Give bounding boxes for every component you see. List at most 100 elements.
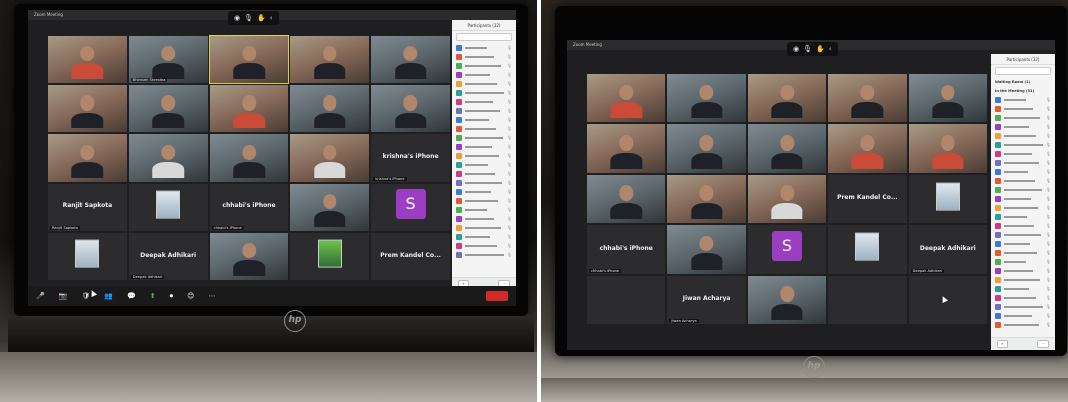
participant-row[interactable]: 🎙 [991, 239, 1055, 248]
participant-row[interactable]: 🎙 [452, 187, 516, 196]
participant-row[interactable]: 🎙 [991, 257, 1055, 266]
chat-button[interactable]: 💬 [127, 292, 136, 300]
video-button[interactable]: 📷 [59, 292, 68, 300]
participant-row[interactable]: 🎙 [452, 142, 516, 151]
participant-row[interactable]: 🎙 [452, 133, 516, 142]
record-button[interactable]: ⏺ [170, 292, 174, 300]
hand-icon[interactable]: ✋ [257, 14, 266, 22]
participant-row[interactable]: 🎙 [991, 230, 1055, 239]
video-tile[interactable] [587, 124, 666, 173]
mic-icon[interactable]: 🎙 [244, 14, 253, 22]
participant-row[interactable]: 🎙 [991, 95, 1055, 104]
video-tile[interactable] [290, 183, 370, 231]
participant-row[interactable]: 🎙 [452, 124, 516, 133]
participant-row[interactable]: 🎙 [991, 122, 1055, 131]
video-tile[interactable] [290, 232, 370, 280]
participant-row[interactable]: 🎙 [991, 266, 1055, 275]
participant-row[interactable]: 🎙 [991, 194, 1055, 203]
participant-row[interactable]: 🎙 [452, 70, 516, 79]
participants-button[interactable]: 👥 [104, 292, 113, 300]
video-tile[interactable] [128, 134, 208, 182]
participant-row[interactable]: 🎙 [991, 275, 1055, 284]
video-tile[interactable]: Bhimsen Shrestha [128, 36, 208, 84]
video-tile[interactable] [209, 232, 289, 280]
participant-row[interactable]: 🎙 [991, 176, 1055, 185]
video-tile[interactable]: Deepak Adhikari Deepak Adhikari [128, 232, 208, 280]
video-tile[interactable] [667, 225, 746, 274]
hand-icon[interactable]: ✋ [816, 45, 825, 53]
camera-icon[interactable]: ◉ [793, 45, 799, 53]
reactions-button[interactable]: 😊 [187, 292, 194, 300]
more-button[interactable]: ⋯ [1037, 340, 1049, 348]
participant-row[interactable]: 🎙 [991, 284, 1055, 293]
camera-icon[interactable]: ◉ [234, 14, 240, 22]
mic-icon[interactable]: 🎙 [803, 45, 812, 53]
participant-row[interactable]: 🎙 [452, 115, 516, 124]
video-tile[interactable] [371, 36, 450, 84]
video-tile[interactable] [908, 174, 987, 224]
participant-row[interactable]: 🎙 [991, 212, 1055, 221]
video-tile[interactable]: chhabi's iPhone chhabi's iPhone [587, 225, 666, 274]
video-tile[interactable]: S [371, 183, 450, 231]
invite-button[interactable]: + [997, 340, 1009, 348]
video-tile[interactable] [128, 183, 208, 231]
chevron-left-icon[interactable]: ‹ [829, 45, 832, 53]
participant-row[interactable]: 🎙 [991, 320, 1055, 329]
end-meeting-button[interactable] [486, 291, 508, 301]
participant-row[interactable]: 🎙 [452, 61, 516, 70]
participant-row[interactable]: 🎙 [991, 311, 1055, 320]
search-input[interactable] [995, 67, 1051, 75]
participant-row[interactable]: 🎙 [991, 185, 1055, 194]
video-tile[interactable] [667, 174, 746, 224]
video-tile[interactable] [209, 134, 289, 182]
video-tile[interactable] [828, 275, 907, 324]
participant-row[interactable]: 🎙 [452, 79, 516, 88]
participant-row[interactable]: 🎙 [452, 214, 516, 223]
participant-row[interactable]: 🎙 [991, 140, 1055, 149]
view-toolbar[interactable]: ◉ 🎙 ✋ ‹ [787, 42, 838, 56]
video-tile[interactable]: chhabi's iPhone chhabi's iPhone [209, 183, 289, 231]
video-tile[interactable] [747, 124, 827, 173]
participant-row[interactable]: 🎙 [452, 160, 516, 169]
video-tile[interactable] [667, 124, 746, 173]
video-tile[interactable] [371, 85, 450, 133]
participant-row[interactable]: 🎙 [991, 131, 1055, 140]
participant-row[interactable]: 🎙 [452, 223, 516, 232]
video-tile[interactable] [587, 74, 666, 123]
participant-row[interactable]: 🎙 [452, 43, 516, 52]
participant-row[interactable]: 🎙 [991, 149, 1055, 158]
video-tile[interactable] [48, 232, 127, 280]
participant-row[interactable]: 🎙 [452, 196, 516, 205]
participant-row[interactable]: 🎙 [991, 167, 1055, 176]
mute-button[interactable]: 🎤 [36, 292, 45, 300]
video-tile[interactable] [747, 275, 827, 324]
participant-row[interactable]: 🎙 [991, 203, 1055, 212]
participant-row[interactable]: 🎙 [452, 151, 516, 160]
video-tile[interactable] [908, 74, 987, 123]
participant-row[interactable]: 🎙 [991, 104, 1055, 113]
video-tile[interactable]: Prem Kandel Co... [828, 174, 907, 224]
more-button[interactable]: ⋯ [208, 292, 215, 300]
video-tile[interactable] [908, 124, 987, 173]
video-tile[interactable]: Prem Kandel Co... [371, 232, 450, 280]
video-tile[interactable] [290, 36, 370, 84]
video-tile[interactable] [48, 36, 127, 84]
video-tile[interactable]: Ranjit Sapkota Ranjit Sapkota [48, 183, 127, 231]
participant-row[interactable]: 🎙 [452, 97, 516, 106]
participant-row[interactable]: 🎙 [452, 169, 516, 178]
video-tile[interactable] [290, 85, 370, 133]
participant-row[interactable]: 🎙 [452, 250, 516, 259]
participant-row[interactable]: 🎙 [991, 293, 1055, 302]
video-tile[interactable] [128, 85, 208, 133]
participant-row[interactable]: 🎙 [991, 248, 1055, 257]
video-tile[interactable] [48, 85, 127, 133]
participant-row[interactable]: 🎙 [991, 113, 1055, 122]
search-input[interactable] [456, 33, 512, 41]
share-screen-button[interactable]: ⬆ [150, 292, 156, 300]
participant-row[interactable]: 🎙 [991, 158, 1055, 167]
participant-row[interactable]: 🎙 [991, 302, 1055, 311]
participant-row[interactable]: 🎙 [452, 232, 516, 241]
video-tile[interactable] [290, 134, 370, 182]
participant-row[interactable]: 🎙 [991, 221, 1055, 230]
participant-row[interactable]: 🎙 [452, 52, 516, 61]
